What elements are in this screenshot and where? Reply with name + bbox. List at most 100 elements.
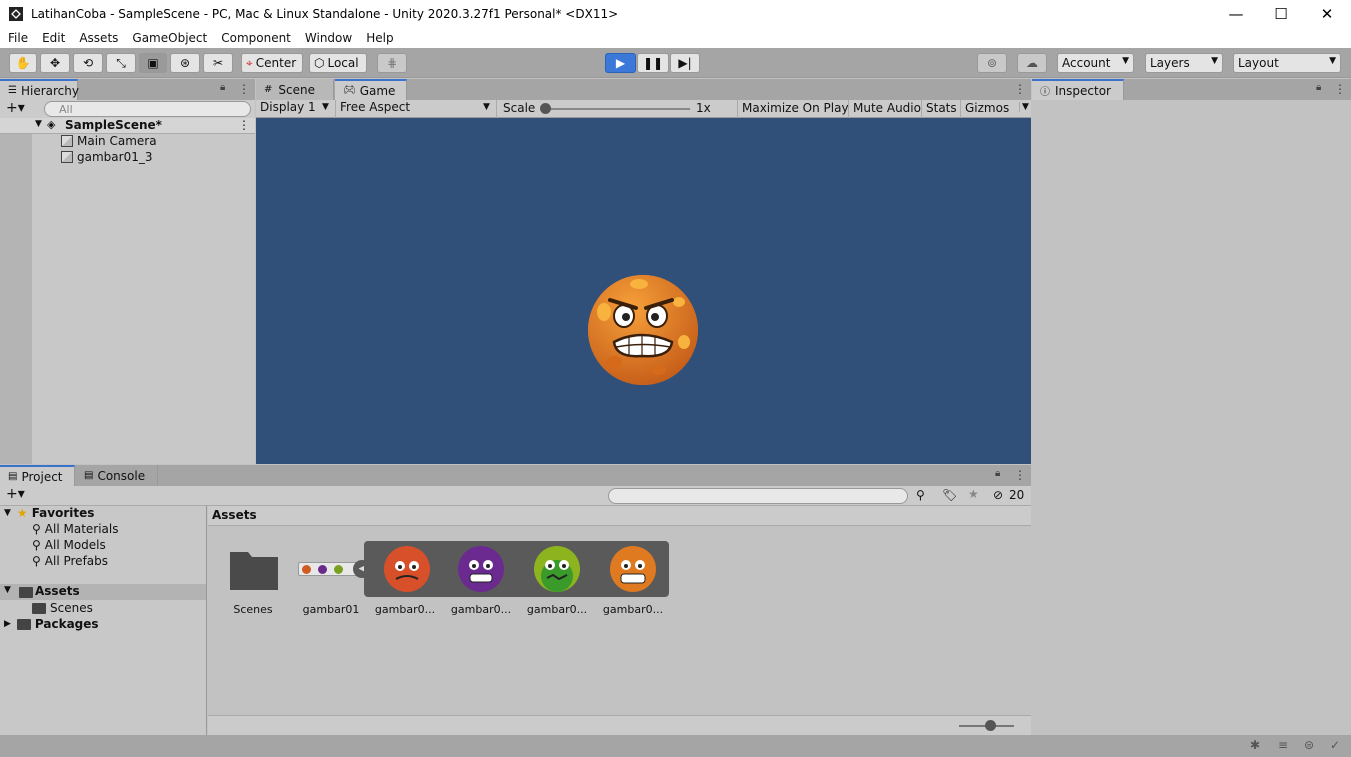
stats-toggle[interactable]: Stats [921,100,961,118]
menu-edit[interactable]: Edit [35,31,72,45]
layers-label: Layers [1150,56,1190,70]
game-tabbar: # Scene 🎮︎ Game ⋮ [256,79,1031,100]
tree-all-models[interactable]: ⚲ All Models [32,538,106,552]
hierarchy-item-main-camera[interactable]: Main Camera [61,134,157,148]
asset-scenes-folder[interactable] [230,548,278,590]
display-dropdown[interactable]: Display 1 ▼ [256,100,336,118]
menu-component[interactable]: Component [214,31,298,45]
add-icon[interactable]: +▾ [6,100,25,116]
close-button[interactable]: ✕ [1304,0,1350,27]
tab-scene[interactable]: # Scene [256,79,334,100]
maximize-button[interactable]: ☐ [1258,0,1304,27]
move-tool-button[interactable]: ✥ [40,53,70,73]
tab-game[interactable]: 🎮︎ Game [335,79,407,100]
bug-icon[interactable]: ✱ [1250,738,1260,752]
step-button[interactable]: ▶| [670,53,700,73]
star-icon[interactable]: ★ [968,487,979,501]
tree-all-prefabs[interactable]: ⚲ All Prefabs [32,554,108,568]
tab-project[interactable]: ▤ Project [0,465,75,486]
kebab-menu-icon[interactable]: ⋮ [1014,82,1026,96]
scale-slider-track[interactable] [544,108,690,110]
cloud-button[interactable]: ☁ [1017,53,1047,73]
database-icon[interactable]: ⊜ [1304,738,1314,752]
aspect-dropdown[interactable]: Free Aspect ▼ [336,100,497,118]
asset-gambar01-spritesheet[interactable] [298,562,360,576]
hidden-packages-icon[interactable]: ⊘ [993,488,1003,502]
minimize-button[interactable]: — [1213,0,1259,27]
tree-packages[interactable]: ▶ Packages [4,617,99,631]
menu-help[interactable]: Help [359,31,400,45]
step-icon: ▶| [678,56,692,70]
layers-dropdown[interactable]: Layers ▼ [1145,53,1223,73]
display-label: Display 1 [260,100,316,114]
grid-icon: # [264,84,273,95]
rect-tool-button[interactable]: ▣ [139,53,167,73]
check-circle-icon[interactable]: ✓ [1330,738,1340,752]
tree-assets-row[interactable]: ▼ Assets [0,584,206,600]
layout-dropdown[interactable]: Layout ▼ [1233,53,1341,73]
pivot-center-button[interactable]: ⌖ Center [241,53,303,73]
filter-by-label-icon[interactable]: 🏷︎ [942,488,957,502]
kebab-menu-icon[interactable]: ⋮ [1334,82,1346,96]
layers-stack-icon[interactable]: ≡ [1278,738,1288,752]
search-icon: ⚲ [32,554,41,568]
search-placeholder: All [59,102,73,116]
expand-arrow-icon[interactable]: ▼ [35,119,42,129]
scene-row[interactable]: ▼ ◈ SampleScene* ⋮ [0,118,255,134]
kebab-menu-icon[interactable]: ⋮ [238,82,250,96]
breadcrumb-label: Assets [212,508,257,522]
hierarchy-toolbar: +▾ All [0,100,255,118]
expand-arrow-icon: ▼ [4,508,11,518]
lock-icon[interactable]: 🔒︎ [220,82,225,93]
game-viewport[interactable] [256,118,1031,464]
scale-tool-button[interactable]: ⤡ [106,53,136,73]
gamepad-icon: 🎮︎ [343,85,356,96]
tree-favorites[interactable]: ▼ ★ Favorites [4,506,94,520]
filter-by-type-icon[interactable]: ⚲ [916,488,925,502]
scale-slider-handle[interactable] [540,103,551,114]
icon-size-slider-handle[interactable] [985,720,996,731]
menu-gameobject[interactable]: GameObject [125,31,214,45]
mute-audio-toggle[interactable]: Mute Audio [848,100,925,118]
tree-assets-label: Assets [35,584,80,598]
lock-icon[interactable]: 🔒︎ [995,468,1000,479]
menu-file[interactable]: File [0,31,35,45]
kebab-menu-icon[interactable]: ⋮ [1014,468,1026,482]
tab-hierarchy[interactable]: ☰ Hierarchy [0,79,79,100]
scene-kebab-icon[interactable]: ⋮ [238,118,250,132]
tab-inspector[interactable]: ⓘ Inspector [1032,79,1124,100]
project-breadcrumb[interactable]: Assets [208,506,1031,526]
sprite-purple-planet[interactable] [456,544,506,594]
hierarchy-item-gambar01-3[interactable]: gambar01_3 [61,150,152,164]
collab-button[interactable]: ⊚ [977,53,1007,73]
grid-snap-button[interactable]: ⋕ [377,53,407,73]
tree-label: All Models [44,538,106,552]
tree-all-materials[interactable]: ⚲ All Materials [32,522,119,536]
pause-button[interactable]: ❚❚ [637,53,669,73]
add-icon[interactable]: +▾ [6,486,25,502]
hierarchy-search-input[interactable]: All [44,101,251,117]
tab-console[interactable]: ▤ Console [76,465,158,486]
list-icon: ☰ [8,85,17,96]
gameobject-icon [61,151,73,163]
tree-scenes[interactable]: Scenes [32,601,93,615]
expand-arrow-icon[interactable]: ▼ [4,585,11,595]
sprite-green-planet[interactable] [532,544,582,594]
maximize-on-play-toggle[interactable]: Maximize On Play [737,100,853,118]
project-search-input[interactable] [608,488,908,504]
sprite-orange-planet[interactable] [608,544,658,594]
custom-tool-button[interactable]: ✂ [203,53,233,73]
pivot-local-button[interactable]: ⬡ Local [309,53,367,73]
hand-tool-button[interactable]: ✋ [9,53,37,73]
menu-assets[interactable]: Assets [72,31,125,45]
play-button[interactable]: ▶ [605,53,636,73]
rect-icon: ▣ [147,56,159,70]
pause-icon: ❚❚ [642,56,664,70]
lock-icon[interactable]: 🔒︎ [1316,82,1321,93]
transform-tool-button[interactable]: ⊛ [170,53,200,73]
gizmos-dropdown[interactable]: Gizmos ▼ [960,100,1031,118]
rotate-tool-button[interactable]: ⟲ [73,53,103,73]
account-dropdown[interactable]: Account ▼ [1057,53,1134,73]
sprite-red-planet[interactable] [382,544,432,594]
menu-window[interactable]: Window [298,31,359,45]
